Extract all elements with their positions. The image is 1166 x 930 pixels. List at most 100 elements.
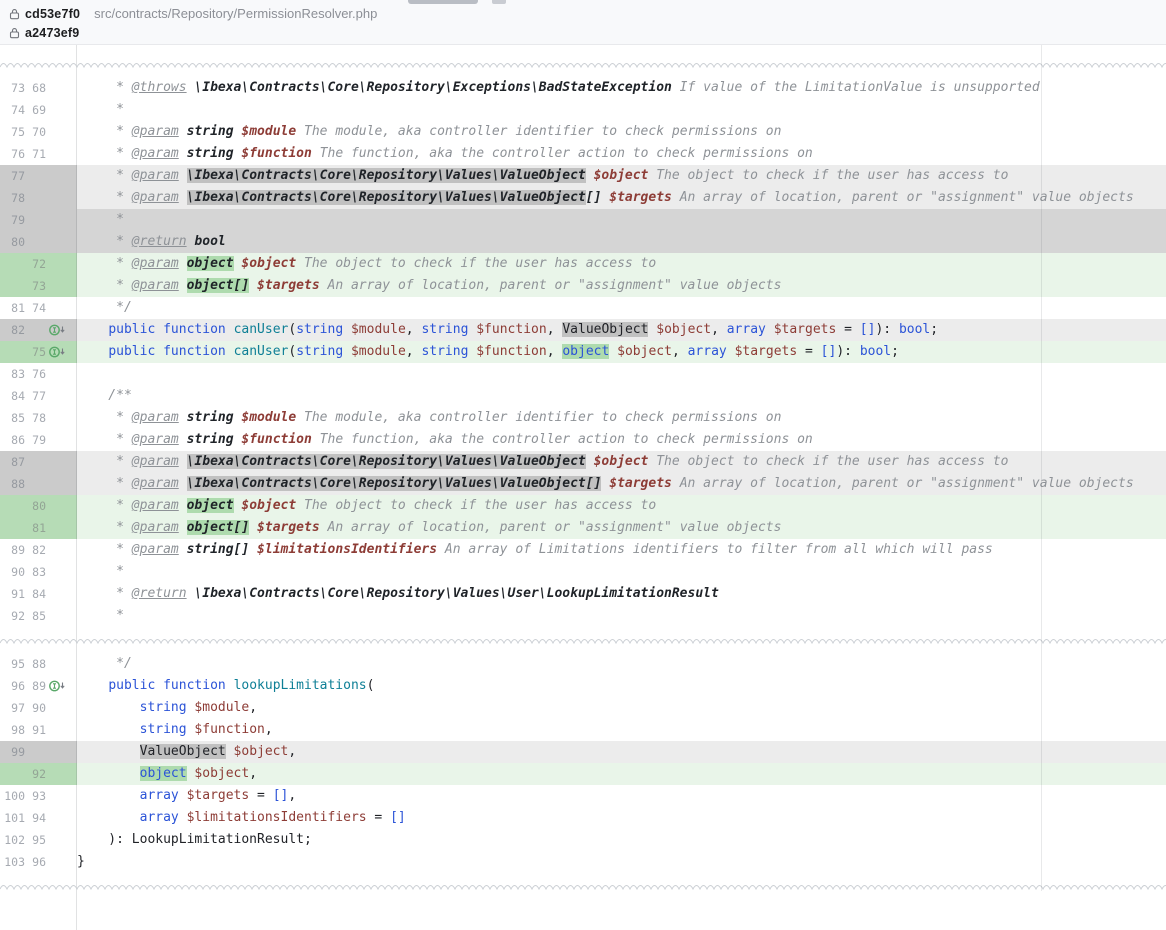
- code-line[interactable]: * @return \Ibexa\Contracts\Core\Reposito…: [77, 583, 1166, 605]
- line-number-new: 85: [25, 609, 46, 623]
- implemented-method-icon[interactable]: [48, 323, 67, 337]
- diff-row: 72 * @param object $object The object to…: [0, 253, 1166, 275]
- line-number-old: 85: [0, 411, 25, 425]
- revision-row-left: cd53e7f0 src/contracts/Repository/Permis…: [9, 4, 1166, 23]
- code-line[interactable]: * @param \Ibexa\Contracts\Core\Repositor…: [77, 451, 1166, 473]
- code-line[interactable]: ValueObject $object,: [77, 741, 1166, 763]
- line-number-old: 101: [0, 811, 25, 825]
- line-number-new: 84: [25, 587, 46, 601]
- line-number-new: 74: [25, 301, 46, 315]
- code-line[interactable]: *: [77, 99, 1166, 121]
- line-number-new: 72: [25, 257, 46, 271]
- gutter: 88: [0, 473, 77, 495]
- line-number-new: 83: [25, 565, 46, 579]
- diff-row: 8982 * @param string[] $limitationsIdent…: [0, 539, 1166, 561]
- code-line[interactable]: *: [77, 605, 1166, 627]
- diff-editor[interactable]: 7368 * @throws \Ibexa\Contracts\Core\Rep…: [0, 45, 1166, 930]
- gutter: 8679: [0, 429, 77, 451]
- gutter: 72: [0, 253, 77, 275]
- code-line[interactable]: * @param string $module The module, aka …: [77, 121, 1166, 143]
- file-path: src/contracts/Repository/PermissionResol…: [94, 6, 377, 21]
- code-line[interactable]: * @param \Ibexa\Contracts\Core\Repositor…: [77, 165, 1166, 187]
- top-scrollbar-end: [492, 0, 506, 4]
- code-line[interactable]: *: [77, 561, 1166, 583]
- code-line[interactable]: */: [77, 653, 1166, 675]
- implemented-method-icon[interactable]: [48, 345, 67, 359]
- collapsed-region-separator[interactable]: [0, 873, 1166, 899]
- gutter: 9285: [0, 605, 77, 627]
- code-line[interactable]: public function canUser(string $module, …: [77, 341, 1166, 363]
- gutter: 92: [0, 763, 77, 785]
- code-line[interactable]: * @param \Ibexa\Contracts\Core\Repositor…: [77, 473, 1166, 495]
- line-number-old: 90: [0, 565, 25, 579]
- diff-row: 7469 *: [0, 99, 1166, 121]
- line-number-old: 84: [0, 389, 25, 403]
- code-line[interactable]: */: [77, 297, 1166, 319]
- collapsed-region-separator[interactable]: [0, 627, 1166, 653]
- diff-row: 80 * @return bool: [0, 231, 1166, 253]
- line-number-new: 89: [25, 679, 46, 693]
- line-number-new: 79: [25, 433, 46, 447]
- code-line[interactable]: * @param \Ibexa\Contracts\Core\Repositor…: [77, 187, 1166, 209]
- diff-row: 9083 *: [0, 561, 1166, 583]
- code-line[interactable]: * @param string $function The function, …: [77, 143, 1166, 165]
- code-line[interactable]: * @throws \Ibexa\Contracts\Core\Reposito…: [77, 77, 1166, 99]
- code-line[interactable]: * @param string $function The function, …: [77, 429, 1166, 451]
- line-number-old: 100: [0, 789, 25, 803]
- line-number-new: 69: [25, 103, 46, 117]
- diff-row: 8477 /**: [0, 385, 1166, 407]
- code-line[interactable]: object $object,: [77, 763, 1166, 785]
- code-line[interactable]: *: [77, 209, 1166, 231]
- code-line[interactable]: string $function,: [77, 719, 1166, 741]
- gutter: 77: [0, 165, 77, 187]
- code-line[interactable]: string $module,: [77, 697, 1166, 719]
- gutter: 10396: [0, 851, 77, 873]
- code-line[interactable]: * @return bool: [77, 231, 1166, 253]
- code-line[interactable]: }: [77, 851, 1166, 873]
- code-line[interactable]: * @param object[] $targets An array of l…: [77, 275, 1166, 297]
- code-line[interactable]: * @param object $object The object to ch…: [77, 253, 1166, 275]
- line-number-old: 78: [0, 191, 25, 205]
- diff-row: 10194 array $limitationsIdentifiers = []: [0, 807, 1166, 829]
- diff-row: 9285 *: [0, 605, 1166, 627]
- code-line[interactable]: [77, 363, 1166, 385]
- line-number-new: 93: [25, 789, 46, 803]
- gutter: 80: [0, 495, 77, 517]
- diff-row: 77 * @param \Ibexa\Contracts\Core\Reposi…: [0, 165, 1166, 187]
- diff-row: 8679 * @param string $function The funct…: [0, 429, 1166, 451]
- implemented-method-icon[interactable]: [48, 679, 67, 693]
- code-line[interactable]: * @param object[] $targets An array of l…: [77, 517, 1166, 539]
- line-number-old: 79: [0, 213, 25, 227]
- code-line[interactable]: * @param string $module The module, aka …: [77, 407, 1166, 429]
- code-line[interactable]: * @param object $object The object to ch…: [77, 495, 1166, 517]
- line-number-new: 68: [25, 81, 46, 95]
- diff-row: 8578 * @param string $module The module,…: [0, 407, 1166, 429]
- line-number-new: 94: [25, 811, 46, 825]
- diff-row: 92 object $object,: [0, 763, 1166, 785]
- diff-row: 81 * @param object[] $targets An array o…: [0, 517, 1166, 539]
- line-number-old: 95: [0, 657, 25, 671]
- line-number-old: 73: [0, 81, 25, 95]
- diff-row: 9689 public function lookupLimitations(: [0, 675, 1166, 697]
- diff-viewer: { "header": { "commits": [ { "hash": "cd…: [0, 0, 1166, 930]
- diff-row: 75 public function canUser(string $modul…: [0, 341, 1166, 363]
- line-number-new: 71: [25, 147, 46, 161]
- top-scrollbar-thumb[interactable]: [408, 0, 478, 4]
- line-number-old: 92: [0, 609, 25, 623]
- gutter: 9891: [0, 719, 77, 741]
- code-line[interactable]: array $limitationsIdentifiers = []: [77, 807, 1166, 829]
- code-line[interactable]: public function lookupLimitations(: [77, 675, 1166, 697]
- code-line[interactable]: array $targets = [],: [77, 785, 1166, 807]
- code-line[interactable]: * @param string[] $limitationsIdentifier…: [77, 539, 1166, 561]
- line-number-new: 90: [25, 701, 46, 715]
- collapsed-region-separator[interactable]: [0, 51, 1166, 77]
- gutter: 87: [0, 451, 77, 473]
- editor-bottom-gap: [0, 899, 1166, 930]
- commit-hash-right: a2473ef9: [25, 26, 79, 40]
- code-line[interactable]: ): LookupLimitationResult;: [77, 829, 1166, 851]
- commit-hash-left: cd53e7f0: [25, 7, 80, 21]
- line-number-new: 91: [25, 723, 46, 737]
- code-line[interactable]: /**: [77, 385, 1166, 407]
- line-number-old: 87: [0, 455, 25, 469]
- code-line[interactable]: public function canUser(string $module, …: [77, 319, 1166, 341]
